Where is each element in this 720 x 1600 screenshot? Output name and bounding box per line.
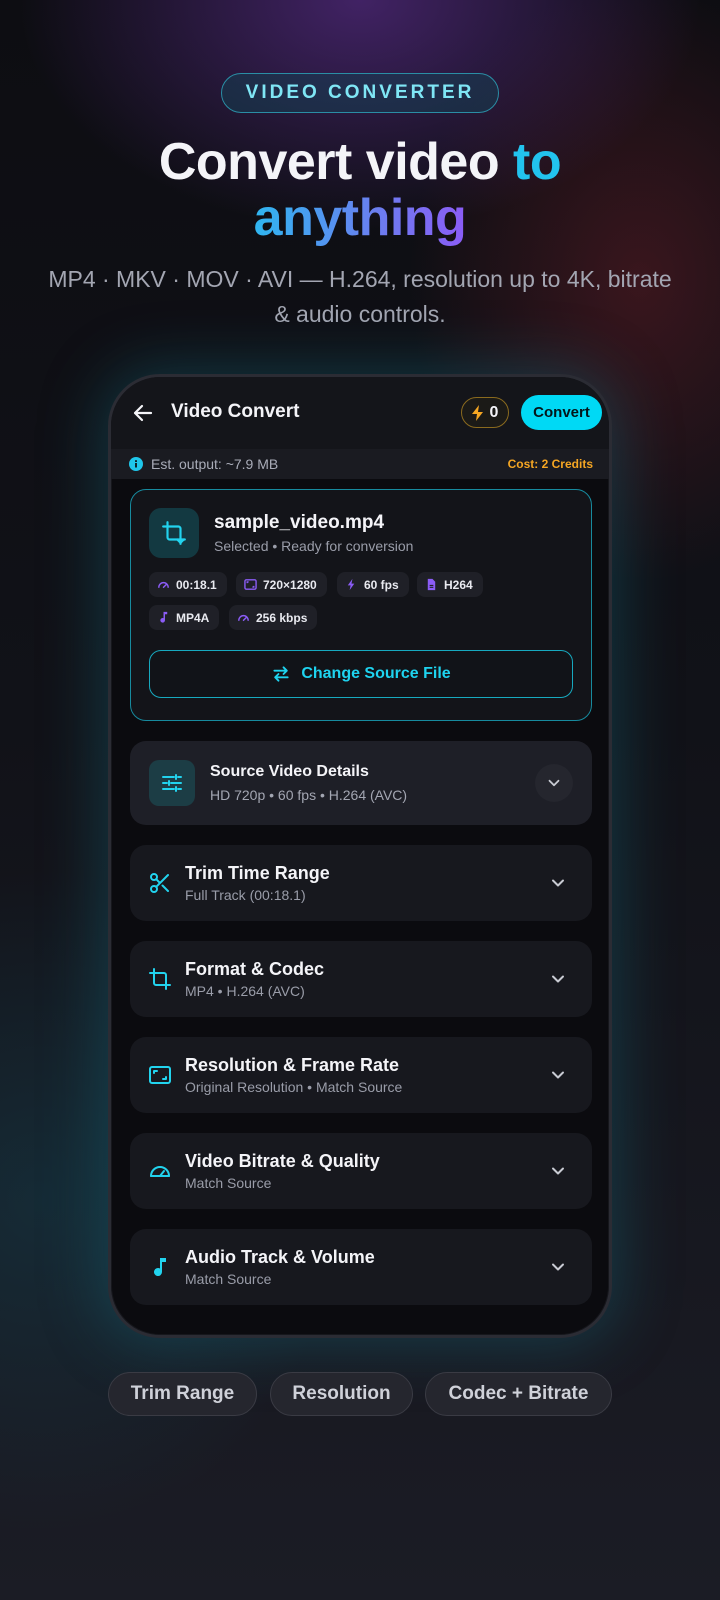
section-video-bitrate-quality[interactable]: Video Bitrate & Quality Match Source xyxy=(130,1133,592,1209)
chevron-down-icon[interactable] xyxy=(548,1257,568,1277)
category-badge: VIDEO CONVERTER xyxy=(221,73,499,113)
music-note-icon xyxy=(154,1258,166,1277)
chevron-down-icon[interactable] xyxy=(548,1161,568,1181)
headline-part-3: anything xyxy=(253,189,467,247)
section-title: Format & Codec xyxy=(185,959,325,979)
aspect-ratio-icon xyxy=(244,579,257,590)
file-name: sample_video.mp4 xyxy=(214,512,385,533)
info-icon xyxy=(129,457,143,471)
section-title: Resolution & Frame Rate xyxy=(185,1055,400,1075)
convert-button[interactable]: Convert xyxy=(521,395,602,430)
speedometer-icon xyxy=(150,1166,170,1177)
hero-subtitle: MP4 · MKV · MOV · AVI — H.264, resolutio… xyxy=(48,266,672,327)
aspect-ratio-icon xyxy=(149,1066,171,1084)
tag-resolution: Resolution xyxy=(270,1372,413,1416)
app-title: Video Convert xyxy=(171,401,300,422)
tag-codec-bitrate: Codec + Bitrate xyxy=(425,1372,612,1416)
app-bar: Video Convert 0 Convert xyxy=(111,377,609,449)
swap-icon xyxy=(273,666,289,682)
gauge-icon xyxy=(238,614,249,622)
section-title: Video Bitrate & Quality xyxy=(185,1151,380,1171)
sliders-icon xyxy=(149,760,195,806)
scissors-icon xyxy=(150,873,169,893)
source-file-card: sample_video.mp4 Selected • Ready for co… xyxy=(130,489,592,721)
details-title: Source Video Details xyxy=(210,763,369,780)
chip-label: 60 fps xyxy=(364,577,399,592)
source-video-details[interactable]: Source Video Details HD 720p • 60 fps • … xyxy=(130,741,592,825)
music-note-icon xyxy=(160,611,168,623)
fps-chip: 60 fps xyxy=(337,572,409,597)
change-source-label: Change Source File xyxy=(301,665,451,682)
section-resolution-frame-rate[interactable]: Resolution & Frame Rate Original Resolut… xyxy=(130,1037,592,1113)
crop-icon xyxy=(149,508,199,558)
estimated-output: Est. output: ~7.9 MB xyxy=(151,456,279,472)
details-subtitle: HD 720p • 60 fps • H.264 (AVC) xyxy=(210,787,408,803)
section-subtitle: Match Source xyxy=(185,1175,272,1191)
change-source-file-button[interactable]: Change Source File xyxy=(149,650,573,698)
file-icon xyxy=(427,578,436,591)
chip-label: 720×1280 xyxy=(263,577,317,592)
section-title: Trim Time Range xyxy=(185,863,330,883)
estimate-bar: Est. output: ~7.9 MB Cost: 2 Credits xyxy=(111,449,609,479)
chip-label: H264 xyxy=(444,577,473,592)
section-subtitle: Full Track (00:18.1) xyxy=(185,887,306,903)
credits-count: 0 xyxy=(489,403,499,421)
audio-bitrate-chip: 256 kbps xyxy=(229,605,318,630)
chip-label: 00:18.1 xyxy=(176,577,217,592)
crop-icon xyxy=(149,968,171,990)
section-subtitle: Original Resolution • Match Source xyxy=(185,1079,403,1095)
codec-chip: H264 xyxy=(417,572,483,597)
chevron-down-icon[interactable] xyxy=(535,764,573,802)
gauge-icon xyxy=(158,581,169,589)
headline: Convert video to anything xyxy=(0,134,720,246)
section-subtitle: MP4 • H.264 (AVC) xyxy=(185,983,305,999)
phone-mockup: Video Convert 0 Convert Est. output: ~7.… xyxy=(108,374,612,1338)
chip-label: MP4A xyxy=(176,610,210,625)
section-subtitle: Match Source xyxy=(185,1271,272,1287)
chip-label: 256 kbps xyxy=(256,610,308,625)
cost-label: Cost: 2 Credits xyxy=(507,457,593,471)
chevron-down-icon[interactable] xyxy=(548,1065,568,1085)
headline-part-2: to xyxy=(513,133,562,191)
dimensions-chip: 720×1280 xyxy=(236,572,327,597)
duration-chip: 00:18.1 xyxy=(149,572,227,597)
file-status: Selected • Ready for conversion xyxy=(214,538,414,554)
audio-codec-chip: MP4A xyxy=(149,605,220,630)
bolt-icon xyxy=(471,404,483,421)
section-audio-track-volume[interactable]: Audio Track & Volume Match Source xyxy=(130,1229,592,1305)
credits-badge[interactable]: 0 xyxy=(461,397,509,428)
bolt-icon xyxy=(347,578,355,591)
chevron-down-icon[interactable] xyxy=(548,969,568,989)
tag-trim-range: Trim Range xyxy=(108,1372,257,1416)
section-trim-time-range[interactable]: Trim Time Range Full Track (00:18.1) xyxy=(130,845,592,921)
section-title: Audio Track & Volume xyxy=(185,1247,375,1267)
headline-part-1: Convert video xyxy=(158,133,514,191)
chevron-down-icon[interactable] xyxy=(548,873,568,893)
back-arrow-icon[interactable] xyxy=(131,401,155,425)
section-format-codec[interactable]: Format & Codec MP4 • H.264 (AVC) xyxy=(130,941,592,1017)
